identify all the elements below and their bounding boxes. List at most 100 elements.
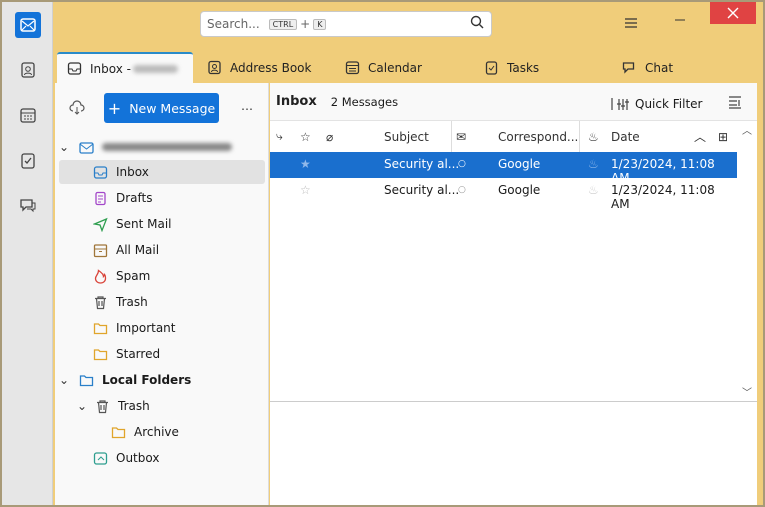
chat-icon (622, 62, 635, 74)
message-subject: Security al... (384, 157, 460, 171)
folder-label: Local Folders (102, 373, 192, 387)
sent-icon (93, 217, 108, 232)
folder-title: Inbox (276, 94, 317, 109)
message-date: 1/23/2024, 11:08 AM (611, 183, 715, 211)
vertical-scrollbar[interactable]: ︿ ﹀ (737, 121, 757, 401)
message-row[interactable]: ★ Security al... ○ Google ♨ 1/23/2024, 1… (270, 152, 737, 185)
tab-chat[interactable]: Chat (612, 52, 673, 83)
tab-label: Address Book (230, 60, 312, 75)
search-input[interactable]: Search... CTRL + K (200, 11, 492, 37)
message-correspondent: Google (498, 183, 541, 197)
close-button[interactable] (710, 2, 756, 24)
unread-dot-icon[interactable]: ○ (458, 185, 466, 195)
read-status-column-icon[interactable]: ✉ (456, 121, 466, 152)
shortcut-k: K (313, 18, 327, 30)
spaces-toolbar (2, 2, 53, 505)
thread-column-icon[interactable]: ⤷ (276, 121, 296, 152)
folder-label: Important (116, 321, 176, 335)
more-options-button[interactable]: … (241, 99, 253, 113)
folder-pane: + New Message … ⌄ Inbox Drafts Sent Mail … (55, 83, 269, 505)
calendar-icon (345, 61, 360, 75)
tab-label: Tasks (507, 60, 540, 75)
folder-icon (93, 322, 108, 334)
local-folder-icon (79, 374, 94, 386)
tasks-icon[interactable] (15, 147, 41, 173)
junk-status-icon[interactable]: ♨ (588, 157, 599, 171)
shortcut-plus: + (300, 17, 311, 31)
folder-inbox[interactable]: Inbox (59, 160, 265, 184)
minimize-button[interactable] (673, 14, 687, 28)
quick-filter-label: Quick Filter (635, 97, 703, 111)
attachment-column-icon[interactable]: ⌀ (326, 121, 333, 152)
sort-ascending-icon[interactable]: ︿ (694, 121, 706, 152)
archive-box-icon (93, 243, 108, 257)
message-row[interactable]: ☆ Security al... ○ Google ♨ 1/23/2024, 1… (270, 178, 737, 211)
tab-label: Calendar (368, 60, 422, 75)
junk-column-icon[interactable]: ♨ (588, 121, 599, 152)
chevron-down-icon: ⌄ (59, 140, 70, 154)
inbox-icon (93, 165, 108, 179)
folder-sent-mail[interactable]: Sent Mail (59, 212, 265, 236)
message-list-pane: Inbox 2 Messages Quick Filter ⤷ ☆ ⌀ Subj… (270, 83, 757, 505)
tab-label: Chat (645, 60, 674, 75)
account-mail-icon (79, 141, 94, 154)
account-name-blurred (102, 143, 232, 151)
message-correspondent: Google (498, 157, 541, 171)
window-edge (757, 2, 763, 505)
junk-status-icon[interactable]: ♨ (588, 183, 599, 197)
local-folder-trash[interactable]: ⌄ Trash (59, 394, 265, 418)
display-options-icon[interactable] (728, 95, 742, 112)
folder-starred[interactable]: Starred (59, 342, 265, 366)
folder-important[interactable]: Important (59, 316, 265, 340)
folder-spam[interactable]: Spam (59, 264, 265, 288)
local-folder-archive[interactable]: Archive (59, 420, 265, 444)
drafts-icon (95, 191, 106, 205)
local-folders-row[interactable]: ⌄ Local Folders (59, 368, 265, 392)
date-column-header[interactable]: Date (611, 121, 707, 152)
message-subject: Security al... (384, 183, 460, 197)
folder-icon (111, 426, 126, 438)
correspondent-column-header[interactable]: Correspond... (498, 121, 580, 152)
app-menu-icon[interactable] (624, 16, 638, 33)
subject-column-header[interactable]: Subject (384, 121, 452, 152)
folder-trash[interactable]: Trash (59, 290, 265, 314)
tab-tasks[interactable]: Tasks (474, 52, 539, 83)
account-row[interactable]: ⌄ (59, 135, 265, 159)
new-message-label: New Message (129, 100, 216, 116)
local-folder-outbox[interactable]: Outbox (59, 446, 265, 470)
tab-inbox[interactable]: Inbox - (57, 52, 193, 83)
star-icon[interactable]: ☆ (300, 183, 311, 197)
folder-icon (93, 348, 108, 360)
shortcut-ctrl: CTRL (268, 18, 298, 30)
search-icon[interactable] (470, 15, 484, 32)
address-book-icon (208, 60, 221, 75)
unread-dot-icon[interactable]: ○ (458, 159, 466, 169)
folder-label: Trash (116, 295, 148, 309)
star-icon[interactable]: ★ (300, 157, 311, 171)
folder-drafts[interactable]: Drafts (59, 186, 265, 210)
folder-label: Outbox (116, 451, 160, 465)
chevron-down-icon: ⌄ (77, 399, 88, 413)
scroll-down-icon[interactable]: ﹀ (742, 384, 752, 399)
mail-icon[interactable] (15, 12, 41, 38)
message-preview-pane (270, 401, 757, 505)
account-name-blurred (132, 64, 178, 73)
filter-icon (611, 98, 629, 110)
tab-calendar[interactable]: Calendar (335, 52, 422, 83)
plus-icon: + (107, 98, 122, 118)
new-message-button[interactable]: + New Message (104, 93, 219, 123)
folder-label: Inbox (116, 165, 149, 179)
folder-label: Spam (116, 269, 151, 283)
column-picker-icon[interactable]: ⊞ (718, 121, 728, 152)
calendar-icon[interactable] (15, 102, 41, 128)
tab-address-book[interactable]: Address Book (197, 52, 311, 83)
get-messages-icon[interactable] (69, 100, 85, 119)
scroll-up-icon[interactable]: ︿ (742, 122, 752, 137)
folder-all-mail[interactable]: All Mail (59, 238, 265, 262)
chat-icon[interactable] (15, 192, 41, 218)
folder-label: Drafts (116, 191, 153, 205)
quick-filter-button[interactable]: Quick Filter (611, 97, 702, 111)
star-column-icon[interactable]: ☆ (300, 121, 311, 152)
outbox-icon (93, 451, 108, 465)
address-book-icon[interactable] (15, 57, 41, 83)
